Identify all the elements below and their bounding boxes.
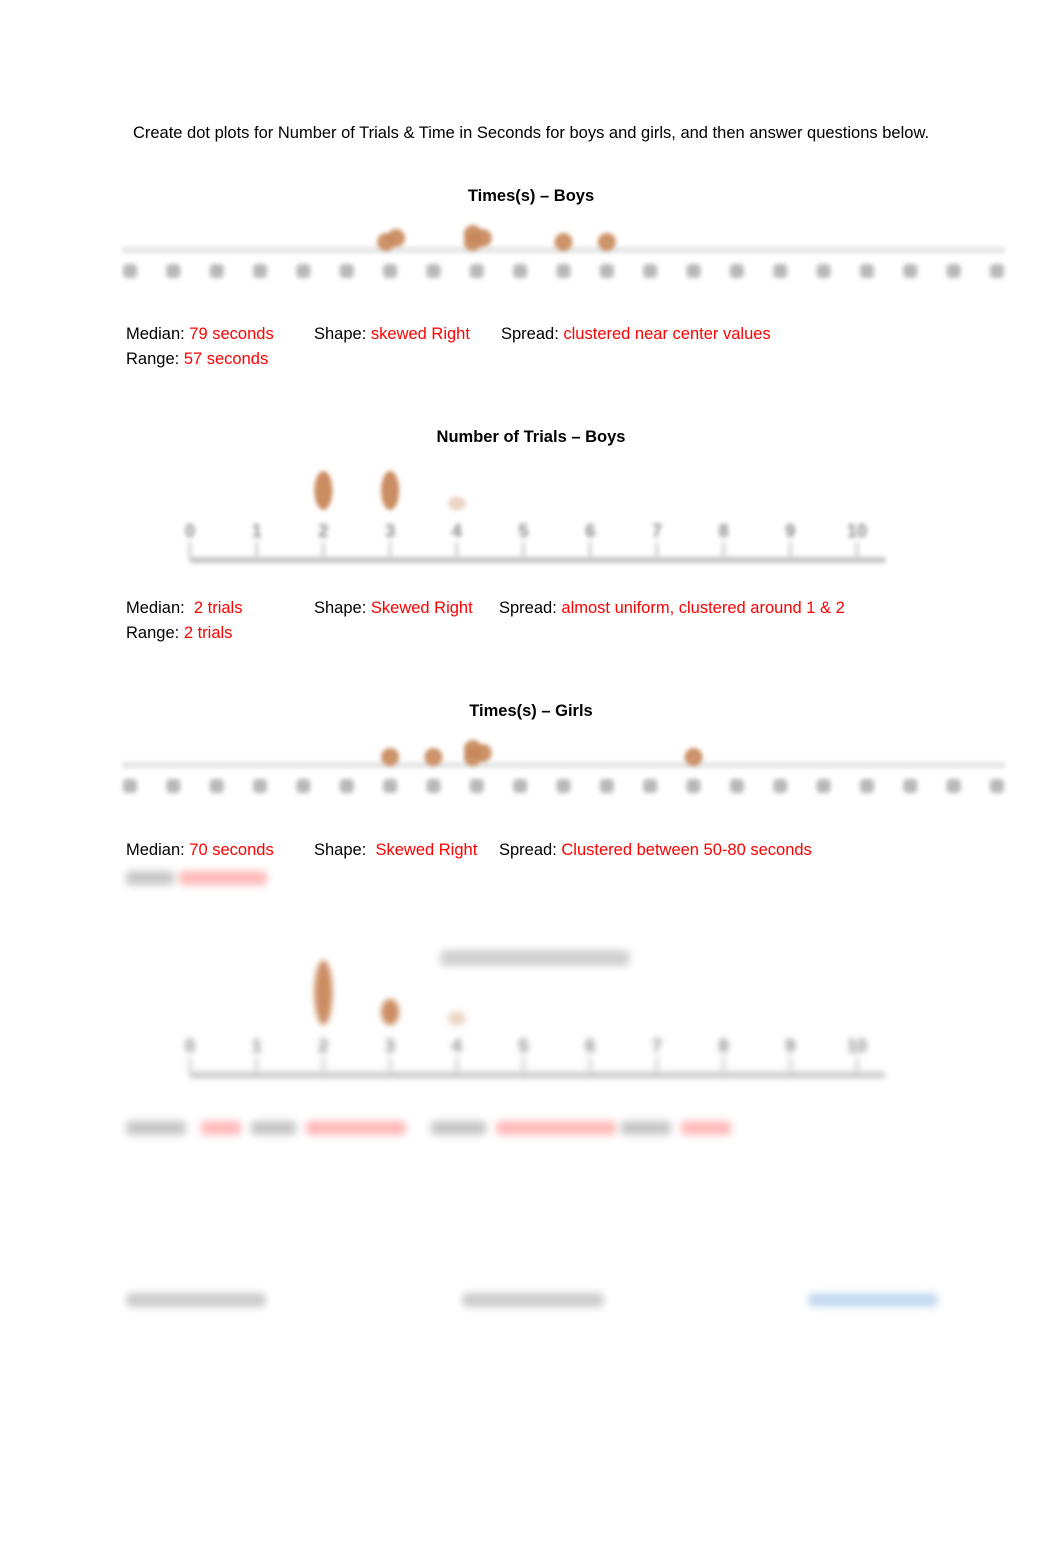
tick-label: 8 (719, 1036, 729, 1056)
dot-stack (381, 999, 400, 1025)
tick-label: 0 (185, 1036, 195, 1056)
dot-stack (314, 960, 333, 1025)
tick-label: 2 (318, 1036, 328, 1056)
footer-rights-redacted (462, 1293, 604, 1307)
tick-label: 6 (585, 1036, 595, 1056)
dotplot-trials-girls: 0 1 2 3 4 5 6 7 8 9 10 (185, 960, 885, 1078)
dot-stack (447, 1011, 466, 1026)
tick-label: 4 (452, 1036, 462, 1056)
tick-label: 3 (385, 1036, 395, 1056)
tick-label: 7 (652, 1036, 662, 1056)
axis-group: 0 1 2 3 4 5 6 7 8 9 10 (185, 1036, 885, 1078)
dots-group (314, 960, 466, 1026)
footer-link-redacted[interactable] (808, 1293, 938, 1307)
stats-trials-girls-redacted (126, 1121, 736, 1137)
tick-label: 1 (252, 1036, 262, 1056)
tick-label: 5 (518, 1036, 528, 1056)
tick-label: 9 (785, 1036, 795, 1056)
footer-copyright-redacted (126, 1293, 266, 1307)
tick-label: 10 (847, 1036, 867, 1056)
